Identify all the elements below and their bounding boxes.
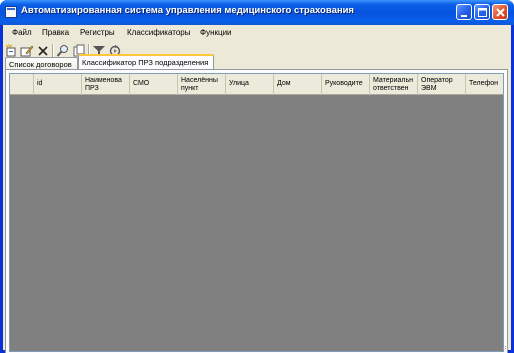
tab-strip: Список договоров Классификатор ПРЗ подра… bbox=[3, 53, 511, 70]
status-bar bbox=[3, 341, 511, 350]
main-window: Автоматизированная система управления ме… bbox=[0, 0, 514, 353]
column-header-smo[interactable]: СМО bbox=[130, 74, 178, 95]
title-bar[interactable]: Автоматизированная система управления ме… bbox=[0, 0, 514, 25]
row-header-corner[interactable] bbox=[10, 74, 34, 95]
tab-label: Классификатор ПРЗ подразделения bbox=[82, 58, 209, 67]
column-header-house[interactable]: Дом bbox=[274, 74, 322, 95]
close-icon bbox=[496, 8, 505, 17]
column-header-prz-name[interactable]: Наименова ПРЗ bbox=[82, 74, 130, 95]
tab-label: Список договоров bbox=[9, 60, 72, 69]
column-header-locality[interactable]: Населённы пункт bbox=[178, 74, 226, 95]
minimize-button[interactable] bbox=[456, 4, 472, 20]
column-header-street[interactable]: Улица bbox=[226, 74, 274, 95]
column-header-manager[interactable]: Руководите bbox=[322, 74, 370, 95]
maximize-button[interactable] bbox=[474, 4, 490, 20]
maximize-icon bbox=[478, 8, 487, 17]
menu-registers[interactable]: Регистры bbox=[80, 28, 115, 37]
app-icon bbox=[5, 6, 17, 18]
column-header-responsible[interactable]: Материальн ответствен bbox=[370, 74, 418, 95]
menu-classifiers[interactable]: Классификаторы bbox=[127, 28, 190, 37]
tab-panel: id Наименова ПРЗ СМО Населённы пункт Ули… bbox=[5, 69, 508, 353]
window-title: Автоматизированная система управления ме… bbox=[21, 5, 354, 16]
minimize-icon bbox=[461, 15, 467, 17]
tab-prz-classifier[interactable]: Классификатор ПРЗ подразделения bbox=[78, 54, 214, 70]
menu-functions[interactable]: Функции bbox=[200, 28, 232, 37]
menu-file[interactable]: Файл bbox=[12, 28, 32, 37]
resize-grip-icon[interactable] bbox=[501, 342, 509, 350]
data-grid[interactable]: id Наименова ПРЗ СМО Населённы пункт Ули… bbox=[9, 73, 504, 352]
menu-bar: Файл Правка Регистры Классификаторы Функ… bbox=[3, 25, 511, 42]
client-area: Файл Правка Регистры Классификаторы Функ… bbox=[3, 25, 511, 353]
column-header-operator[interactable]: Оператор ЭВМ bbox=[418, 74, 466, 95]
grid-header: id Наименова ПРЗ СМО Населённы пункт Ули… bbox=[10, 74, 503, 95]
menu-edit[interactable]: Правка bbox=[42, 28, 69, 37]
close-button[interactable] bbox=[492, 4, 508, 20]
column-header-id[interactable]: id bbox=[34, 74, 82, 95]
column-header-phone[interactable]: Телефон bbox=[466, 74, 503, 95]
